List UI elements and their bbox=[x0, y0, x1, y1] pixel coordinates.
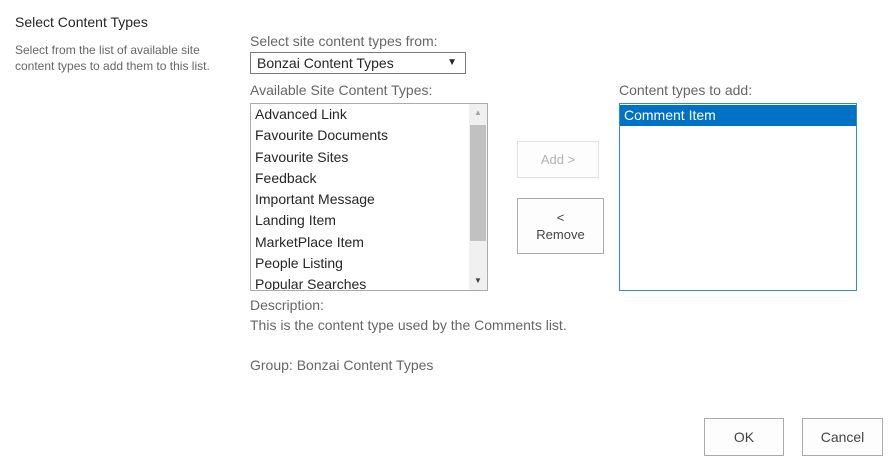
content-type-group-select[interactable]: Bonzai Content Types ▼ bbox=[250, 52, 466, 74]
description-text: This is the content type used by the Com… bbox=[250, 317, 567, 333]
list-item-selected[interactable]: Comment Item bbox=[620, 105, 856, 126]
list-item[interactable]: Landing Item bbox=[251, 210, 469, 231]
list-item[interactable]: Favourite Documents bbox=[251, 125, 469, 146]
list-item[interactable]: Popular Searches bbox=[251, 274, 469, 290]
section-title: Select Content Types bbox=[15, 14, 148, 30]
remove-arrow-symbol: < bbox=[556, 210, 565, 225]
remove-button-label: Remove bbox=[536, 227, 585, 242]
scroll-down-arrow-icon[interactable]: ▼ bbox=[469, 272, 487, 290]
ok-button[interactable]: OK bbox=[704, 418, 784, 456]
types-to-add-listbox[interactable]: Comment Item bbox=[619, 103, 857, 291]
remove-button[interactable]: < Remove bbox=[517, 198, 604, 254]
group-text: Group: Bonzai Content Types bbox=[250, 357, 434, 373]
available-types-label: Available Site Content Types: bbox=[250, 82, 433, 98]
list-item[interactable]: Feedback bbox=[251, 168, 469, 189]
add-button[interactable]: Add > bbox=[517, 141, 599, 178]
scroll-up-arrow-icon[interactable]: ▲ bbox=[469, 104, 487, 122]
select-value: Bonzai Content Types bbox=[257, 55, 394, 71]
types-to-add-label: Content types to add: bbox=[619, 82, 753, 98]
available-types-listbox[interactable]: Advanced Link Favourite Documents Favour… bbox=[250, 103, 488, 291]
section-description: Select from the list of available site c… bbox=[15, 43, 210, 73]
scroll-thumb[interactable] bbox=[470, 125, 486, 241]
listbox-scrollbar[interactable]: ▲ ▼ bbox=[469, 104, 487, 290]
description-label: Description: bbox=[250, 297, 324, 313]
list-item[interactable]: Important Message bbox=[251, 189, 469, 210]
list-item[interactable]: Advanced Link bbox=[251, 104, 469, 125]
dropdown-arrow-icon: ▼ bbox=[447, 57, 457, 68]
list-item[interactable]: People Listing bbox=[251, 253, 469, 274]
cancel-button[interactable]: Cancel bbox=[802, 418, 883, 456]
list-item[interactable]: MarketPlace Item bbox=[251, 232, 469, 253]
list-item[interactable]: Favourite Sites bbox=[251, 147, 469, 168]
source-select-label: Select site content types from: bbox=[250, 33, 438, 49]
